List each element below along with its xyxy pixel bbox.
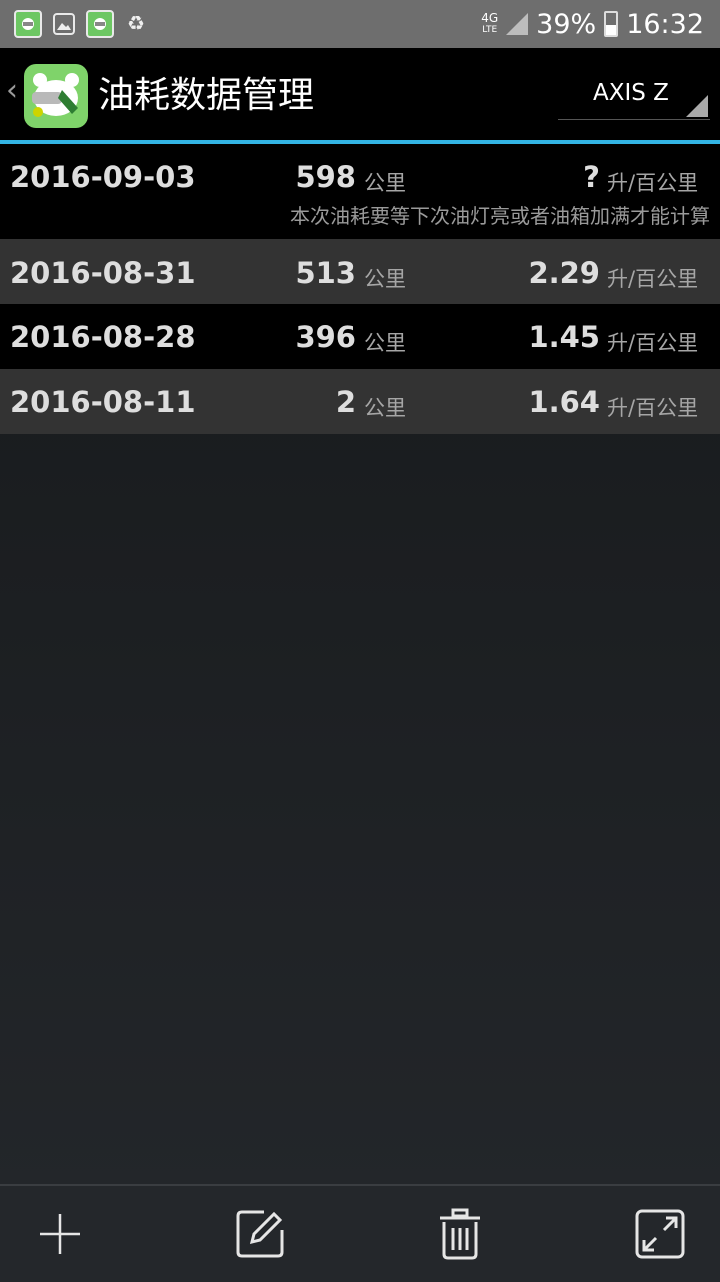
app-logo[interactable] bbox=[24, 64, 88, 128]
vehicle-dropdown[interactable]: AXIS Z bbox=[558, 72, 710, 120]
record-consumption: 1.64 bbox=[528, 385, 600, 419]
record-note: 本次油耗要等下次油灯亮或者油箱加满才能计算 bbox=[290, 204, 710, 228]
record-consumption: 2.29 bbox=[528, 256, 600, 290]
list-item[interactable]: 2016-08-28 396 公里 1.45 升/百公里 bbox=[0, 304, 720, 369]
list-item[interactable]: 2016-08-11 2 公里 1.64 升/百公里 bbox=[0, 369, 720, 434]
record-date: 2016-08-11 bbox=[10, 385, 196, 419]
record-distance: 2 bbox=[335, 385, 356, 419]
signal-icon bbox=[506, 13, 529, 35]
list-item[interactable]: 2016-09-03 598 公里 ? 升/百公里 本次油耗要等下次油灯亮或者油… bbox=[0, 144, 720, 239]
vehicle-selected: AXIS Z bbox=[593, 80, 669, 106]
record-consumption: 1.45 bbox=[528, 320, 600, 354]
record-distance-unit: 公里 bbox=[364, 396, 406, 420]
status-right: 4G LTE 39% 16:32 bbox=[481, 0, 704, 48]
record-distance-unit: 公里 bbox=[364, 171, 406, 195]
list-item[interactable]: 2016-08-31 513 公里 2.29 升/百公里 bbox=[0, 239, 720, 304]
record-consumption: ? bbox=[583, 160, 600, 194]
status-bar: ♻ 4G LTE 39% 16:32 bbox=[0, 0, 720, 48]
bottom-toolbar bbox=[0, 1184, 720, 1282]
fuel-nozzle-icon bbox=[32, 73, 79, 117]
app-bar: ‹ 油耗数据管理 AXIS Z bbox=[0, 48, 720, 144]
record-distance: 513 bbox=[295, 256, 356, 290]
record-distance: 598 bbox=[295, 160, 356, 194]
back-chevron-icon[interactable]: ‹ bbox=[6, 73, 18, 108]
record-consumption-unit: 升/百公里 bbox=[607, 331, 699, 355]
gallery-notification-icon bbox=[53, 13, 75, 35]
expand-icon bbox=[635, 1209, 685, 1259]
delete-button[interactable] bbox=[432, 1206, 488, 1262]
record-distance-unit: 公里 bbox=[364, 267, 406, 291]
app-notification-icon bbox=[14, 10, 42, 38]
record-distance-unit: 公里 bbox=[364, 331, 406, 355]
record-date: 2016-08-28 bbox=[10, 320, 196, 354]
battery-icon bbox=[604, 11, 619, 37]
page-title: 油耗数据管理 bbox=[98, 75, 315, 116]
record-date: 2016-09-03 bbox=[10, 160, 196, 194]
network-type: 4G LTE bbox=[481, 11, 499, 35]
trash-icon bbox=[440, 1208, 480, 1260]
edit-button[interactable] bbox=[232, 1206, 288, 1262]
app-notification-icon-2 bbox=[86, 10, 114, 38]
recycle-icon: ♻ bbox=[127, 11, 145, 35]
record-consumption-unit: 升/百公里 bbox=[607, 171, 699, 195]
add-button[interactable] bbox=[32, 1206, 88, 1262]
edit-icon bbox=[236, 1210, 284, 1258]
record-distance: 396 bbox=[295, 320, 356, 354]
clock: 16:32 bbox=[626, 8, 704, 40]
expand-button[interactable] bbox=[632, 1206, 688, 1262]
battery-percent: 39% bbox=[536, 8, 597, 40]
record-consumption-unit: 升/百公里 bbox=[607, 396, 699, 420]
record-date: 2016-08-31 bbox=[10, 256, 196, 290]
dropdown-caret-icon bbox=[686, 95, 708, 117]
record-consumption-unit: 升/百公里 bbox=[607, 267, 699, 291]
add-icon bbox=[40, 1214, 80, 1254]
